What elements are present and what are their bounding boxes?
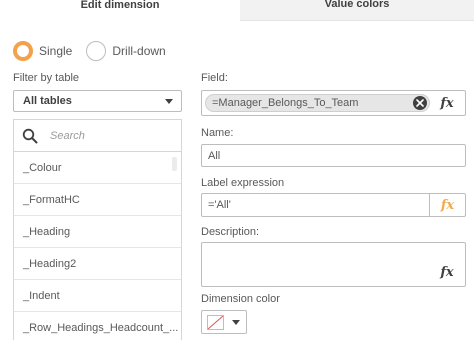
field-input[interactable]: =Manager_Belongs_To_Team fx (201, 90, 466, 116)
radio-drill-down-indicator[interactable] (86, 41, 107, 61)
field-label: Field: (201, 72, 228, 84)
label-expression-fx-button[interactable]: fx (429, 194, 465, 216)
label-expression-input[interactable] (202, 199, 422, 211)
chevron-down-icon (165, 99, 173, 104)
radio-drill-down-label: Drill-down (112, 44, 166, 58)
radio-drill-down[interactable]: Drill-down (86, 41, 166, 61)
no-color-swatch-icon (207, 314, 224, 330)
list-item[interactable]: _Heading (14, 216, 181, 248)
radio-single[interactable]: Single (13, 41, 72, 61)
name-input[interactable] (202, 149, 465, 162)
field-token-text: =Manager_Belongs_To_Team (212, 97, 359, 109)
name-field[interactable] (201, 144, 466, 167)
tab-value-colors[interactable]: Value colors (240, 0, 474, 21)
tab-value-colors-label: Value colors (324, 0, 390, 10)
field-token[interactable]: =Manager_Belongs_To_Team (205, 94, 430, 112)
tab-edit-dimension-label: Edit dimension (80, 0, 160, 11)
radio-single-label: Single (39, 44, 73, 58)
tab-bar: Edit dimension Value colors (0, 0, 474, 21)
list-item[interactable]: _Indent (14, 280, 181, 312)
dimension-color-label: Dimension color (201, 293, 280, 305)
list-item[interactable]: _FormatHC (14, 184, 181, 216)
table-filter-dropdown[interactable]: All tables (13, 90, 182, 112)
label-expression-field[interactable]: fx (201, 193, 466, 217)
field-expression-button[interactable]: fx (429, 91, 465, 115)
description-label: Description: (201, 226, 260, 238)
list-item[interactable]: _Colour (14, 152, 181, 184)
field-list: _Colour _FormatHC _Heading _Heading2 _In… (13, 119, 182, 340)
tab-edit-dimension[interactable]: Edit dimension (0, 0, 240, 21)
dimension-color-picker[interactable] (201, 310, 247, 334)
list-scrollbar[interactable] (172, 157, 177, 171)
filter-by-table-label: Filter by table (13, 72, 80, 84)
description-fx-button[interactable]: fx (429, 264, 465, 280)
dimension-type-group: Single Drill-down (13, 41, 180, 61)
list-item[interactable]: _Row_Headings_Headcount_... (14, 312, 181, 340)
list-item[interactable]: _Heading2 (14, 248, 181, 280)
field-search (14, 120, 181, 152)
search-icon (22, 128, 38, 143)
field-search-input[interactable] (50, 129, 170, 142)
label-expression-label: Label expression (201, 177, 285, 189)
chevron-down-icon (232, 319, 240, 325)
radio-single-indicator[interactable] (13, 41, 33, 61)
clear-icon[interactable] (413, 96, 427, 110)
table-filter-value: All tables (23, 95, 72, 107)
name-label: Name: (201, 127, 234, 139)
description-field[interactable]: fx (201, 242, 466, 287)
